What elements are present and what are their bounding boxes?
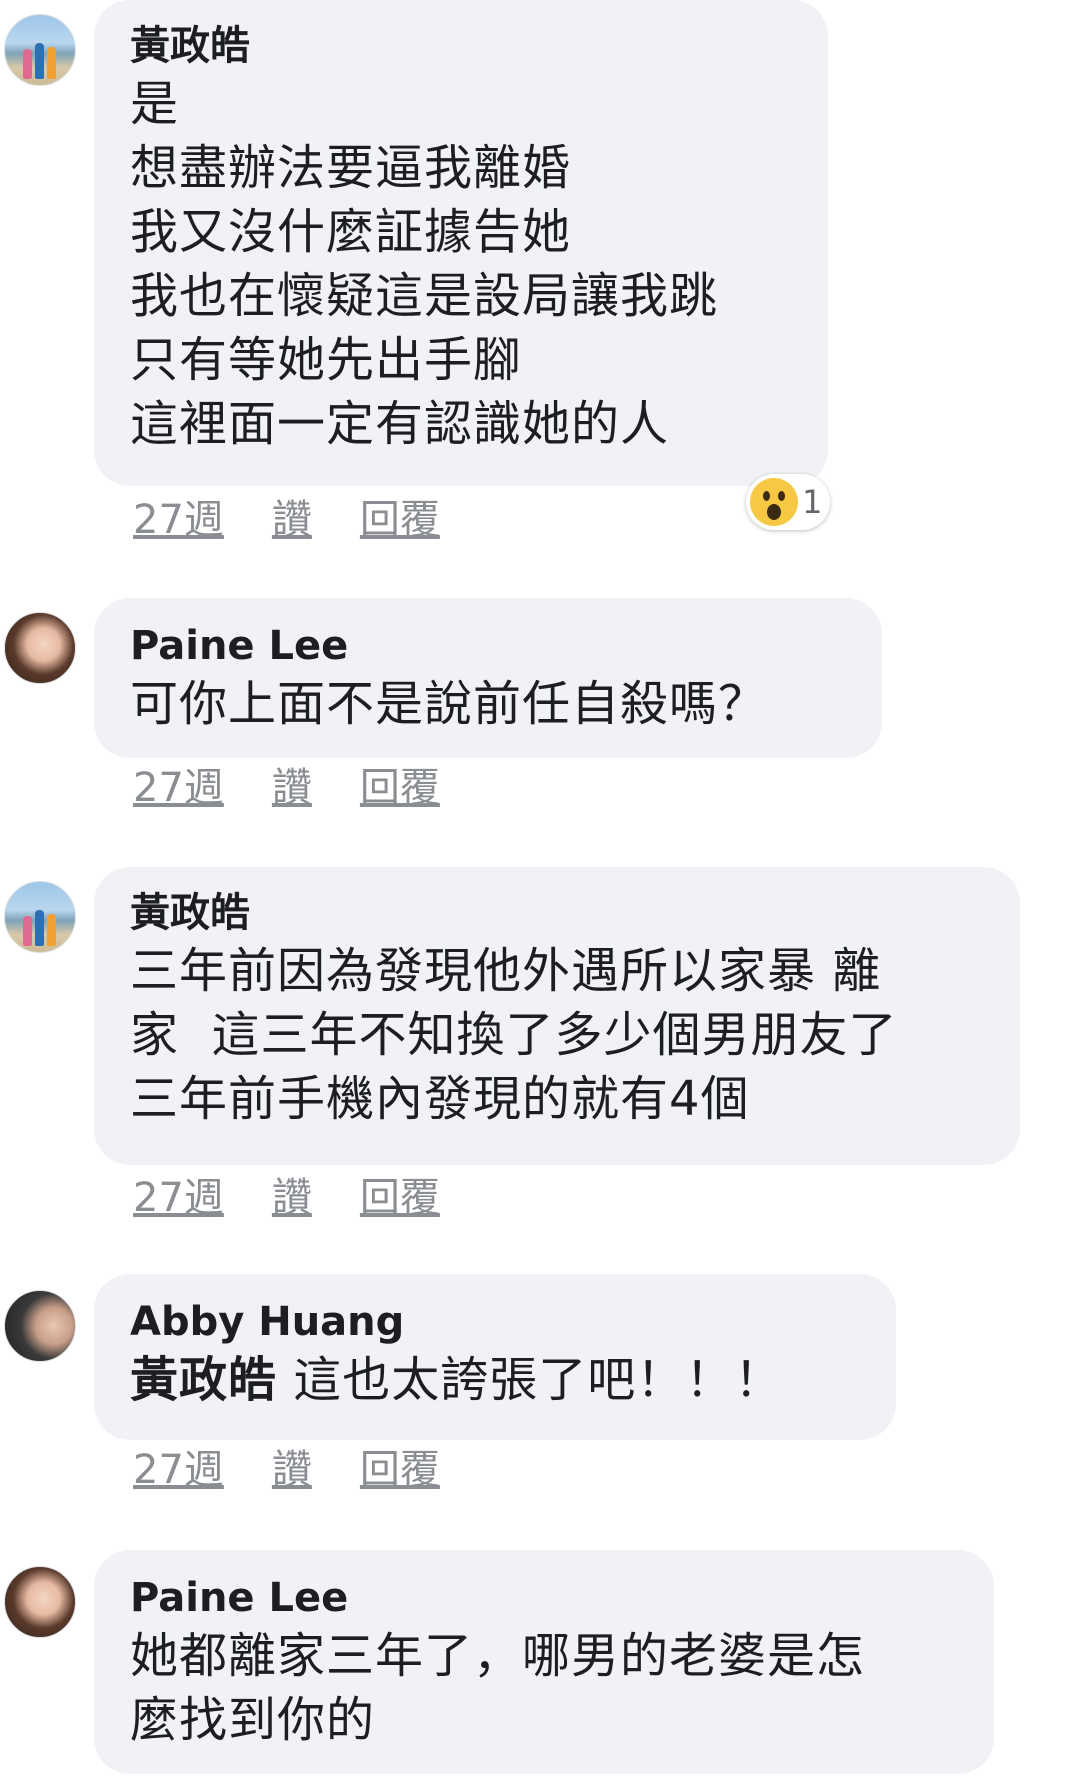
mention-link[interactable]: 黃政皓 xyxy=(130,1352,277,1408)
comment-text: 麼找到你的 xyxy=(130,1692,376,1748)
like-button[interactable]: 讚 xyxy=(272,1444,312,1496)
comment-author[interactable]: Abby Huang xyxy=(130,1296,862,1348)
comment-text: 我也在懷疑這是設局讓我跳 xyxy=(130,268,719,324)
comment-text: 她都離家三年了，哪男的老婆是怎 xyxy=(130,1628,866,1684)
comment-text: 這裡面一定有認識她的人 xyxy=(130,396,670,452)
avatar[interactable] xyxy=(4,1566,76,1638)
comment-text: 是 xyxy=(130,76,180,132)
comment-thread: 黃政皓 是 想盡辦法要逼我離婚 我又沒什麼証據告她 我也在懷疑這是設局讓我跳 只… xyxy=(0,0,1072,1779)
comment-author[interactable]: 黃政皓 xyxy=(130,20,794,72)
comment-bubble: Paine Lee 她都離家三年了，哪男的老婆是怎 麼找到你的 xyxy=(94,1550,994,1774)
comment-text: 可你上面不是說前任自殺嗎？ xyxy=(130,676,768,732)
wow-emoji-icon xyxy=(750,478,798,526)
reply-button[interactable]: 回覆 xyxy=(360,762,440,814)
like-button[interactable]: 讚 xyxy=(272,762,312,814)
comment-timestamp[interactable]: 27週 xyxy=(133,494,224,546)
comment-actions: 27週讚回覆 xyxy=(133,494,488,546)
comment-text: 三年前手機內發現的就有4個 xyxy=(130,1071,750,1127)
comment-actions: 27週讚回覆 xyxy=(133,1444,488,1496)
comment-text: 我又沒什麼証據告她 xyxy=(130,204,572,260)
comment-timestamp[interactable]: 27週 xyxy=(133,1172,224,1224)
comment-bubble: Paine Lee 可你上面不是說前任自殺嗎？ xyxy=(94,598,882,758)
avatar[interactable] xyxy=(4,14,76,86)
comment-text: 想盡辦法要逼我離婚 xyxy=(130,140,572,196)
reply-button[interactable]: 回覆 xyxy=(360,1172,440,1224)
comment-text: 三年前因為發現他外遇所以家暴 離 xyxy=(130,943,882,999)
comment-body: 這也太誇張了吧！！！ xyxy=(277,1352,784,1408)
comment-bubble: Abby Huang 黃政皓 這也太誇張了吧！！！ xyxy=(94,1274,896,1440)
comment-author[interactable]: 黃政皓 xyxy=(130,887,986,939)
comment-timestamp[interactable]: 27週 xyxy=(133,1444,224,1496)
comment-text: 黃政皓 這也太誇張了吧！！！ xyxy=(130,1348,862,1412)
reply-button[interactable]: 回覆 xyxy=(360,1444,440,1496)
comment-text: 只有等她先出手腳 xyxy=(130,332,523,388)
comment-actions: 27週讚回覆 xyxy=(133,1172,488,1224)
like-button[interactable]: 讚 xyxy=(272,1172,312,1224)
comment-bubble: 黃政皓 三年前因為發現他外遇所以家暴 離 家 這三年不知換了多少個男朋友了 三年… xyxy=(94,867,1020,1165)
reply-button[interactable]: 回覆 xyxy=(360,494,440,546)
comment-author[interactable]: Paine Lee xyxy=(130,620,848,672)
avatar[interactable] xyxy=(4,881,76,953)
reaction-count: 1 xyxy=(802,483,823,521)
comment-author[interactable]: Paine Lee xyxy=(130,1572,960,1624)
avatar[interactable] xyxy=(4,612,76,684)
reaction-summary[interactable]: 1 xyxy=(746,474,830,530)
avatar[interactable] xyxy=(4,1290,76,1362)
like-button[interactable]: 讚 xyxy=(272,494,312,546)
comment-actions: 27週讚回覆 xyxy=(133,762,488,814)
comment-timestamp[interactable]: 27週 xyxy=(133,762,224,814)
comment-bubble: 黃政皓 是 想盡辦法要逼我離婚 我又沒什麼証據告她 我也在懷疑這是設局讓我跳 只… xyxy=(94,0,828,486)
comment-text: 家 這三年不知換了多少個男朋友了 xyxy=(130,1007,898,1063)
